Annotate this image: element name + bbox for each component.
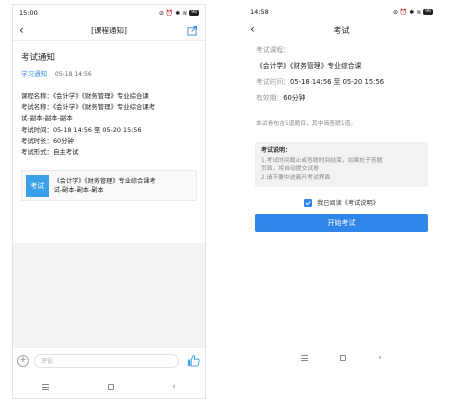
system-nav-bar: ‹ <box>13 376 205 398</box>
card-line: 试-副本-副本-副本 <box>53 186 104 194</box>
valid-label: 有效期： <box>256 94 284 102</box>
post-meta: 学习通知 05-18 14:56 <box>21 68 197 78</box>
post-content: 考试通知 学习通知 05-18 14:56 课程名称：《会计学》《财务管理》专业… <box>13 41 205 158</box>
post-category[interactable]: 学习通知 <box>21 68 47 78</box>
exam-info: 考试课程： 《会计学》《财务管理》专业综合课 考试时间：05-18 14:56 … <box>244 40 439 127</box>
comment-input[interactable]: 评论 <box>34 353 179 368</box>
instruction-line: 1.考试时间截止或答题时间结束，如果处于答题 <box>261 157 383 164</box>
thumbs-up-icon[interactable] <box>187 354 200 367</box>
agree-row[interactable]: 我已阅读《考试说明》 <box>244 198 439 207</box>
card-line: 《会计学》《财务管理》专业综合课考 <box>53 177 156 185</box>
course-row: 考试课程： <box>256 45 427 55</box>
post-title: 考试通知 <box>21 53 56 63</box>
status-bar: 15:00 ⊘ ⏰ ✱ ≋ 96 <box>13 5 205 21</box>
system-back-icon[interactable]: ‹ <box>378 353 382 363</box>
home-icon[interactable] <box>340 355 347 361</box>
system-nav-bar: ‹ <box>244 347 439 369</box>
status-time: 15:00 <box>19 9 38 17</box>
battery-icon: 96 <box>189 10 199 16</box>
course-name-row: 《会计学》《财务管理》专业综合课 <box>256 61 427 71</box>
status-icons: ⊘ ⏰ ✱ ≋ 96 <box>159 10 199 17</box>
status-icons: ⊘ ⏰ ✱ ≋ 96 <box>393 9 433 16</box>
detail-line: 考试时长：60分钟 <box>21 136 74 145</box>
detail-line: 考试时间：05-18 14:56 至 05-20 15:56 <box>21 125 142 134</box>
page-title: [课程通知] <box>91 26 127 35</box>
status-bar: 14:58 ⊘ ⏰ ✱ ≋ 96 <box>244 4 439 20</box>
instructions-title: 考试说明： <box>261 147 292 154</box>
status-indicator-icons: ⊘ ⏰ ✱ ≋ <box>158 9 188 17</box>
detail-line: 课程名称：《会计学》《财务管理》专业综合课 <box>21 92 149 100</box>
status-time: 14:58 <box>250 8 269 16</box>
course-name: 《会计学》《财务管理》专业综合课 <box>256 62 362 70</box>
empty-area <box>13 243 205 347</box>
notification-screen: 15:00 ⊘ ⏰ ✱ ≋ 96 ‹ [课程通知] 考试通知 学习通知 05-1… <box>12 4 206 399</box>
agree-text: 我已阅读《考试说明》 <box>317 200 379 207</box>
checkmark-icon <box>305 200 311 205</box>
course-label: 考试课程： <box>256 46 290 54</box>
nav-bar: ‹ [课程通知] <box>13 21 205 41</box>
back-arrow-icon[interactable]: ‹ <box>250 22 255 36</box>
exam-instructions: 考试说明： 1.考试时间截止或答题时间结束，如果处于答题 页面，将自动提交试卷 … <box>255 142 428 187</box>
instruction-line: 页面，将自动提交试卷 <box>261 166 319 172</box>
time-label: 考试时间： <box>256 78 290 86</box>
exam-link-card[interactable]: 考试 《会计学》《财务管理》专业综合课考 试-副本-副本-副本 <box>21 170 197 202</box>
plus-circle-icon[interactable]: + <box>17 354 29 367</box>
detail-line: 考试形式：自主考试 <box>21 148 79 157</box>
exam-badge: 考试 <box>26 174 49 197</box>
instruction-line: 2.请不要中途离开考试界面 <box>261 174 331 181</box>
valid-row: 有效期：60分钟 <box>256 93 427 103</box>
menu-icon[interactable] <box>301 355 309 361</box>
post-time: 05-18 14:56 <box>55 71 92 78</box>
battery-icon: 96 <box>423 9 433 15</box>
question-hint: 本试卷包含1道题目，其中简答题1道。 <box>256 121 357 127</box>
exam-details: 课程名称：《会计学》《财务管理》专业综合课 考试名称：《会计学》《财务管理》专业… <box>21 91 197 158</box>
menu-icon[interactable] <box>42 384 50 390</box>
system-back-icon[interactable]: ‹ <box>172 382 176 392</box>
time-value: 05-18 14:56 至 05-20 15:56 <box>289 78 385 86</box>
page-title: 考试 <box>333 25 350 35</box>
agree-checkbox[interactable] <box>304 198 313 207</box>
back-arrow-icon[interactable]: ‹ <box>19 23 24 37</box>
time-row: 考试时间：05-18 14:56 至 05-20 15:56 <box>256 77 427 87</box>
valid-value: 60分钟 <box>283 94 306 102</box>
exam-screen: 14:58 ⊘ ⏰ ✱ ≋ 96 ‹ 考试 考试课程： 《会计学》《财务管理》专… <box>244 4 439 399</box>
share-icon[interactable] <box>187 25 198 36</box>
start-exam-button[interactable]: 开始考试 <box>255 214 428 232</box>
status-indicator-icons: ⊘ ⏰ ✱ ≋ <box>392 8 422 16</box>
nav-bar: ‹ 考试 <box>244 20 439 40</box>
comment-bar: + 评论 <box>13 347 205 373</box>
detail-line: 试-副本-副本-副本 <box>21 114 73 123</box>
home-icon[interactable] <box>107 384 114 390</box>
detail-line: 考试名称：《会计学》《财务管理》专业综合课考 <box>21 103 156 112</box>
card-text: 《会计学》《财务管理》专业综合课考 试-副本-副本-副本 <box>54 177 196 195</box>
